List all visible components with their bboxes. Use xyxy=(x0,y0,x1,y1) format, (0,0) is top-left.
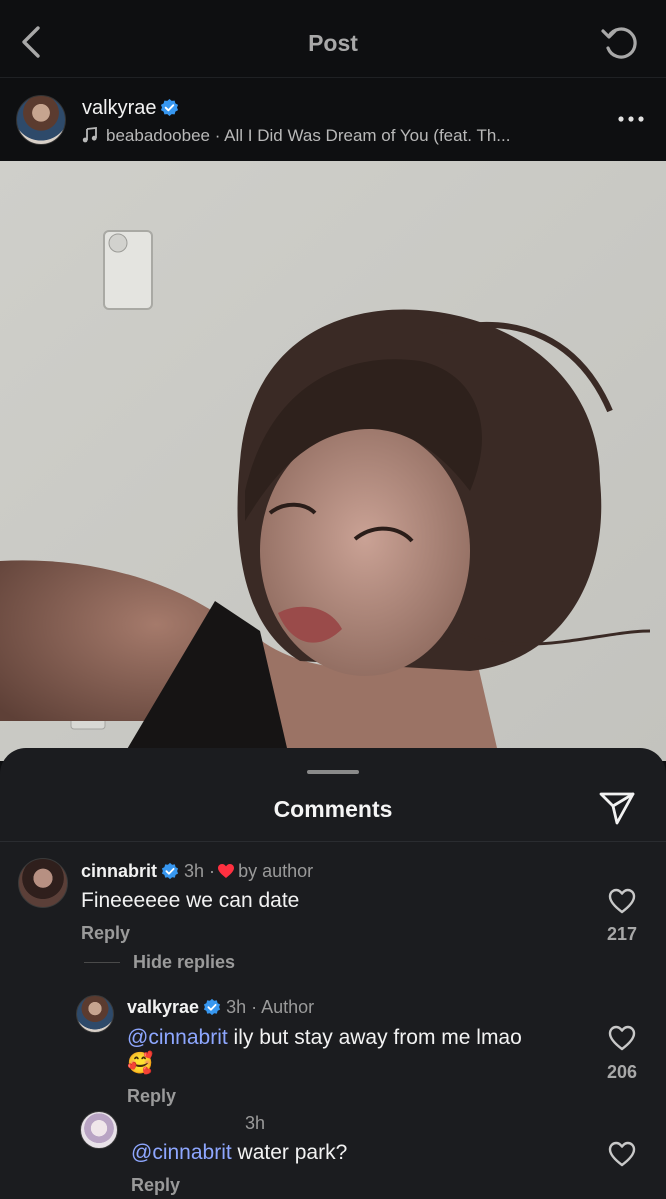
like-heart-icon[interactable] xyxy=(608,888,636,914)
reply-button[interactable]: Reply xyxy=(127,1086,176,1107)
refresh-icon[interactable] xyxy=(600,22,640,62)
reply-emoji: 🥰 xyxy=(127,1052,154,1075)
reply-avatar[interactable] xyxy=(80,1111,118,1149)
reply-text: @cinnabrit ily but stay away from me lma… xyxy=(127,1026,522,1050)
verified-badge-icon xyxy=(161,862,179,880)
music-track[interactable]: beabadoobee · All I Did Was Dream of You… xyxy=(82,126,510,146)
music-track-label: beabadoobee · All I Did Was Dream of You… xyxy=(106,126,511,145)
comment-text: Fineeeeee we can date xyxy=(81,889,300,912)
reply-header: valkyrae 3h · Author xyxy=(127,997,314,1018)
comments-title: Comments xyxy=(273,796,393,822)
comment-username[interactable]: cinnabrit xyxy=(81,861,157,881)
replies-line xyxy=(84,962,120,963)
author-liked-heart-icon xyxy=(218,864,235,878)
author-avatar[interactable] xyxy=(16,95,66,145)
reply-avatar[interactable] xyxy=(76,995,114,1033)
author-username[interactable]: valkyrae xyxy=(82,97,179,120)
mention-link[interactable]: @cinnabrit xyxy=(131,1141,232,1164)
post-author-row: valkyrae beabadoobee · All I Did Was Dre… xyxy=(0,79,666,161)
more-options-icon[interactable] xyxy=(618,115,644,123)
by-author-badge: by author xyxy=(238,861,314,881)
sheet-grabber[interactable] xyxy=(307,770,359,774)
like-heart-icon[interactable] xyxy=(608,1025,636,1051)
verified-badge-icon xyxy=(203,998,221,1016)
reply-button[interactable]: Reply xyxy=(131,1175,180,1196)
like-count: 206 xyxy=(606,1062,638,1082)
reply-time: 3h xyxy=(245,1113,266,1133)
page-title: Post xyxy=(308,30,358,56)
like-count: 217 xyxy=(606,924,638,944)
verified-badge-icon xyxy=(161,98,179,117)
post-photo[interactable] xyxy=(0,161,666,761)
share-send-icon[interactable] xyxy=(598,790,636,826)
comments-sheet: Comments cinnabrit 3h · by author Fineee… xyxy=(0,748,666,1199)
post-photo-illustration xyxy=(0,161,666,761)
mention-link[interactable]: @cinnabrit xyxy=(127,1026,228,1049)
reply-text-body: water park? xyxy=(231,1141,348,1164)
hide-replies-button[interactable]: Hide replies xyxy=(133,952,235,973)
comment-time: 3h · xyxy=(184,861,216,881)
author-username-text[interactable]: valkyrae xyxy=(82,97,156,119)
reply-username[interactable]: valkyrae xyxy=(127,997,199,1017)
reply-header: 3h xyxy=(245,1113,265,1134)
reply-text-body: ily but stay away from me lmao xyxy=(227,1026,522,1049)
music-note-icon xyxy=(82,127,97,143)
sheet-divider xyxy=(0,841,666,842)
reply-button[interactable]: Reply xyxy=(81,923,130,944)
top-bar: Post xyxy=(0,0,666,78)
reply-text: @cinnabrit water park? xyxy=(131,1141,347,1165)
like-heart-icon[interactable] xyxy=(608,1141,636,1167)
comment-avatar[interactable] xyxy=(18,858,68,908)
reply-time: 3h · Author xyxy=(226,997,315,1017)
comment-header: cinnabrit 3h · by author xyxy=(81,861,313,882)
